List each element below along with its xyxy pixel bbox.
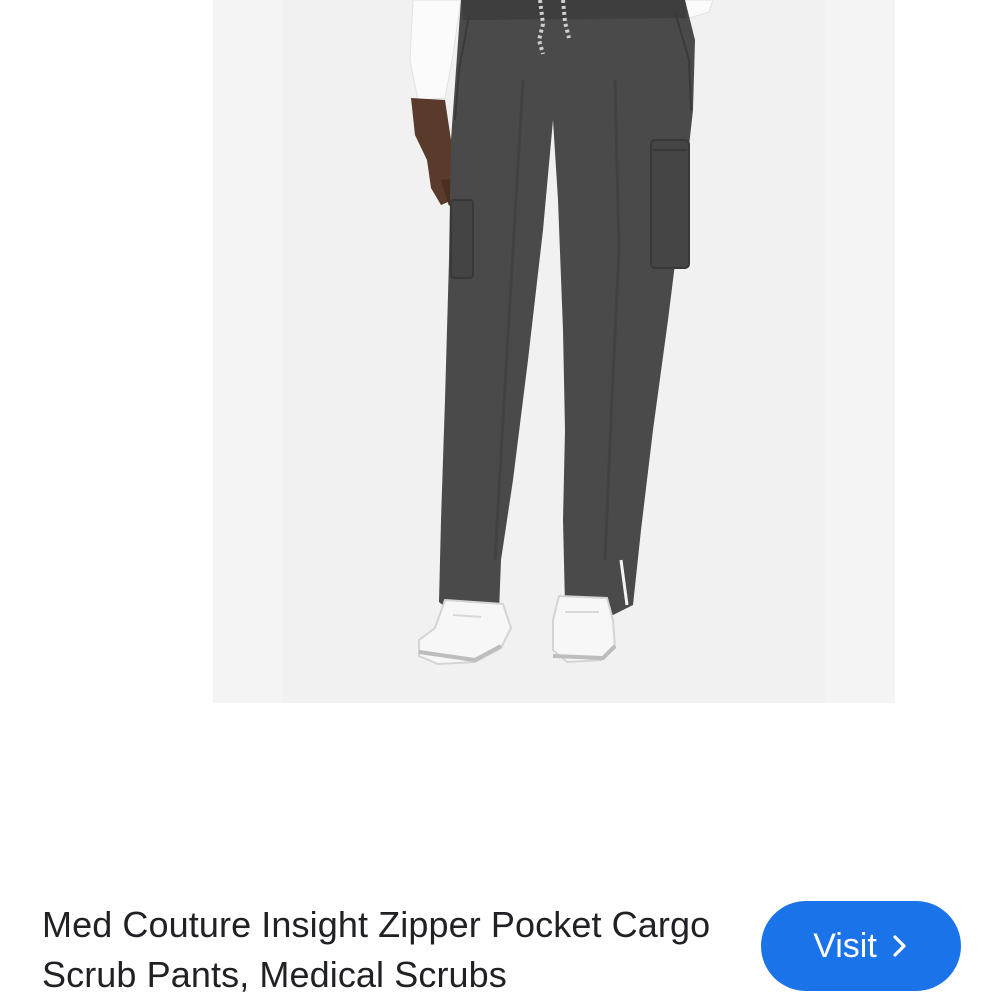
visit-button-label: Visit (813, 926, 877, 965)
visit-button[interactable]: Visit (761, 901, 961, 991)
product-detail-page: Med Couture Insight Zipper Pocket Cargo … (0, 0, 1000, 1000)
pants-illustration (213, 0, 895, 703)
chevron-right-icon (891, 933, 909, 959)
product-image[interactable] (213, 0, 895, 703)
product-title[interactable]: Med Couture Insight Zipper Pocket Cargo … (42, 900, 722, 1000)
